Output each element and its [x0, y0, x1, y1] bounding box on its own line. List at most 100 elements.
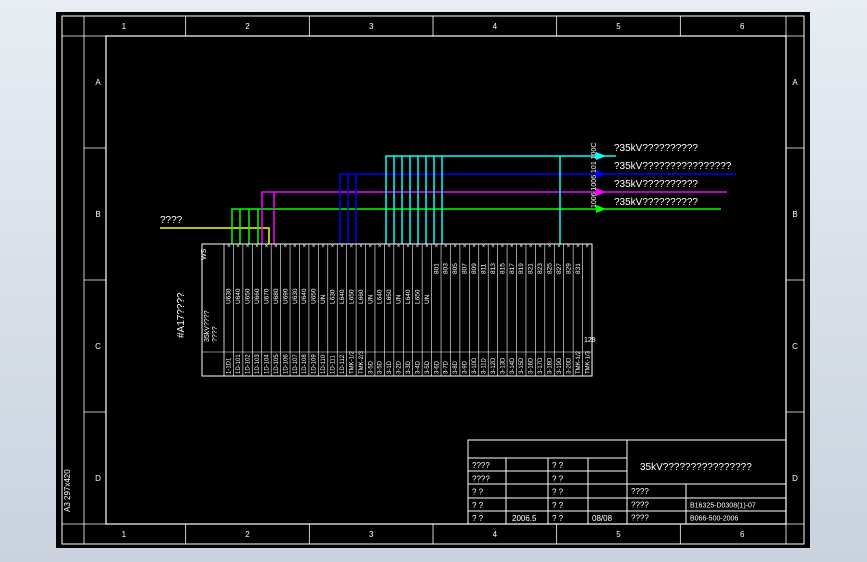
terminal-cell-code: 3-2D [397, 360, 403, 374]
col-label-bottom: 4 [493, 530, 498, 539]
terminal-cell-code: 3-13D [500, 357, 506, 374]
col-label-bottom: 3 [369, 530, 374, 539]
terminal-x-mark: × [359, 244, 363, 250]
terminal-x-mark: × [387, 244, 391, 250]
terminal-wire-number: L650 [386, 289, 393, 304]
terminal-right-number: 821 [528, 263, 535, 274]
terminal-right-number: 827 [556, 263, 563, 274]
terminal-x-mark: × [331, 244, 335, 250]
terminal-wire-number: L640 [377, 289, 384, 304]
left-signal-label: ???? [160, 215, 183, 226]
row-label-left: C [95, 342, 101, 351]
schematic-svg: 1 1 2 2 3 3 4 4 5 5 6 6 A A B B C C D D A3 297x420 ???? [61, 15, 805, 545]
terminal-wire-number: U650 [245, 288, 252, 304]
terminal-x-mark: × [472, 244, 476, 250]
terminal-cell-code: 3-18D [548, 357, 554, 374]
terminal-right-number: 825 [547, 263, 554, 274]
terminal-right-number: 809 [471, 263, 478, 274]
terminal-cell-code: 1D-110 [321, 354, 327, 374]
title-block [467, 439, 787, 525]
terminal-cell-code: 1D-103 [255, 354, 261, 374]
title-block-right-key: ???? [631, 500, 649, 509]
block-title: #A17???? [176, 292, 187, 338]
terminal-x-mark: × [246, 244, 250, 250]
row-label-left: D [95, 474, 101, 483]
terminal-cell-code: 1D-112 [340, 354, 346, 374]
terminal-cell-code: 3-12D [491, 357, 497, 374]
terminal-right-number: 819 [518, 263, 525, 274]
terminal-x-mark: × [378, 244, 382, 250]
terminal-cell-code: TMK-2/3 [359, 350, 365, 374]
terminal-cell-code: 3-6D [434, 360, 440, 374]
terminal-cell-code: 1D-109 [312, 354, 318, 374]
terminal-x-mark: × [284, 244, 288, 250]
title-block-key: ???? [472, 461, 490, 470]
terminal-cell-code: 1D-111 [331, 355, 337, 374]
row-label-left: B [95, 210, 100, 219]
terminal-wire-number: UN [320, 294, 327, 304]
terminal-x-mark: × [529, 244, 533, 250]
terminal-cell-code: 3-15D [519, 357, 525, 374]
col-label-top: 4 [493, 22, 498, 31]
terminal-wire-number: U690 [282, 288, 289, 304]
terminal-x-mark: × [567, 244, 571, 250]
output-label-1: ?35kV?????????? [614, 143, 698, 154]
terminal-cell-code: 3-5D [425, 360, 431, 374]
terminal-cell-code: 3-5D [378, 360, 384, 374]
terminal-x-mark: × [302, 244, 306, 250]
terminal-wire-number: L660 [358, 289, 365, 304]
terminal-x-mark: × [576, 244, 580, 250]
terminal-x-mark: × [444, 244, 448, 250]
output-label-4: ?35kV?????????? [614, 197, 698, 208]
col-label-top: 6 [740, 22, 745, 31]
terminal-x-mark: × [548, 244, 552, 250]
terminal-x-mark: × [350, 244, 354, 250]
terminal-wire-number: UN [367, 294, 374, 304]
title-block-right-key: ???? [631, 487, 649, 496]
terminal-wire-number: U640 [235, 288, 242, 304]
terminal-cell-code: 3-7D [444, 360, 450, 374]
terminal-right-number: 817 [509, 263, 516, 274]
terminal-cell-code: 1D-107 [293, 354, 299, 374]
terminal-cell-code: 1D-105 [274, 354, 280, 374]
title-block-key: ? ? [472, 514, 484, 523]
terminal-cell-code: TMK-1/2 [349, 350, 355, 374]
terminal-cell-code: 1D-101 [236, 354, 242, 374]
terminal-wire-number: U630 [292, 288, 299, 304]
terminal-cell-code: 3-20D [566, 357, 572, 374]
terminal-x-mark: × [435, 244, 439, 250]
terminal-x-mark: × [274, 244, 278, 250]
terminal-cell-code: 3-9D [463, 360, 469, 374]
terminal-x-mark: × [482, 244, 486, 250]
terminal-cell-code: 3-19D [557, 357, 563, 374]
terminal-x-mark: × [227, 244, 231, 250]
terminal-wire-number: L630 [330, 289, 337, 304]
drawing-sheet: 112233445566 AABBCCDD A3 297x420 ???? ?3… [56, 12, 810, 548]
col-label-top: 1 [122, 22, 127, 31]
terminal-x-mark: × [406, 244, 410, 250]
terminal-right-number: 813 [490, 263, 497, 274]
device-label-1: 35kV???? [204, 310, 211, 342]
col-label-top: 2 [245, 22, 250, 31]
title-block-right-key: ???? [631, 514, 649, 523]
terminal-wire-number: L640 [405, 289, 412, 304]
row-label-right: A [792, 78, 798, 87]
terminal-cell-code: 3-8D [453, 360, 459, 374]
title-block-key-2: ? ? [552, 488, 564, 497]
title-block-key-2: ? ? [552, 501, 564, 510]
terminal-cell-code: 1D-108 [302, 354, 308, 374]
row-label-right: C [792, 342, 798, 351]
terminal-cell-code: 3-11D [481, 357, 487, 374]
terminal-cell-code: 1D-106 [283, 354, 289, 374]
terminal-x-mark: × [586, 244, 590, 250]
title-block-value-2: 08/08 [592, 514, 613, 523]
terminal-wire-number: L640 [339, 289, 346, 304]
terminal-right-number: 805 [452, 263, 459, 274]
terminal-cell-code: 3-4D [415, 360, 421, 374]
terminal-right-number: 831 [575, 263, 582, 274]
title-block-right-value: B16325-D0308(1)-07 [690, 502, 756, 509]
title-block-right-value: B066-500-2006 [690, 516, 738, 523]
terminal-cell-code: 3-16D [529, 357, 535, 374]
terminal-wire-number: U680 [273, 288, 280, 304]
terminal-x-mark: × [236, 244, 240, 250]
